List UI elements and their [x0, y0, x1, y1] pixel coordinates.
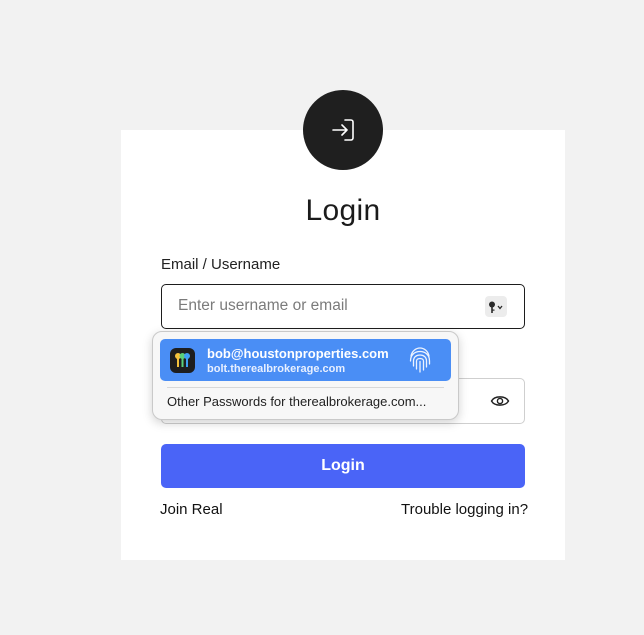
email-field[interactable]: Enter username or email	[161, 284, 525, 329]
popup-divider	[167, 387, 444, 388]
other-passwords-item[interactable]: Other Passwords for therealbrokerage.com…	[167, 394, 426, 409]
page-title: Login	[305, 194, 381, 227]
passwords-app-icon	[170, 348, 195, 373]
email-label: Email / Username	[161, 256, 281, 273]
join-real-link[interactable]: Join Real	[160, 501, 223, 518]
password-autofill-button[interactable]	[485, 296, 507, 317]
login-badge	[303, 90, 383, 170]
eye-icon[interactable]	[490, 392, 510, 410]
login-button[interactable]: Login	[161, 444, 525, 488]
trouble-logging-in-link[interactable]: Trouble logging in?	[401, 501, 528, 518]
saved-account-site: bolt.therealbrokerage.com	[207, 363, 346, 375]
saved-password-suggestion[interactable]: bob@houstonproperties.com bolt.therealbr…	[160, 339, 451, 381]
password-autofill-popup: bob@houstonproperties.com bolt.therealbr…	[152, 331, 459, 420]
key-icon	[489, 301, 503, 313]
fingerprint-icon	[409, 347, 431, 373]
saved-account-email: bob@houstonproperties.com	[207, 346, 389, 361]
email-placeholder: Enter username or email	[178, 297, 348, 314]
login-arrow-icon	[332, 119, 354, 141]
